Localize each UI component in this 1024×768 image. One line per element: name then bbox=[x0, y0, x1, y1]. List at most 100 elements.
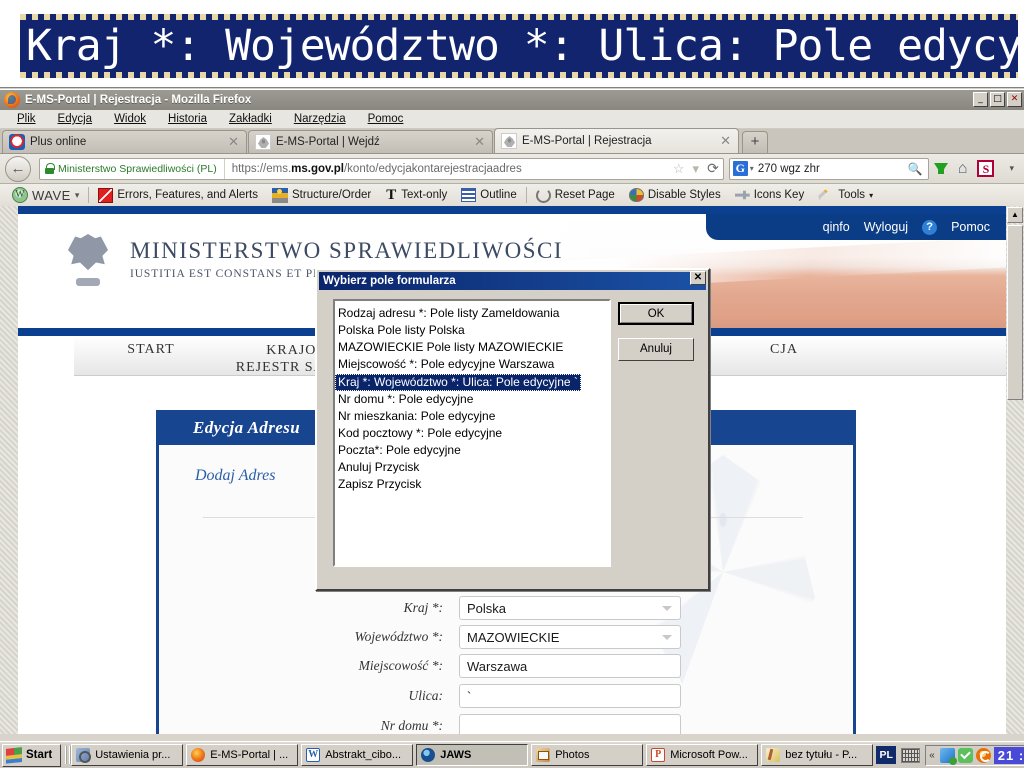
search-icon[interactable]: 🔍 bbox=[908, 162, 925, 176]
menu-narzedzia[interactable]: Narzędzia bbox=[283, 112, 357, 126]
back-button[interactable]: ← bbox=[5, 155, 31, 182]
menu-edycja[interactable]: Edycja bbox=[47, 112, 104, 126]
help-question-icon[interactable]: ? bbox=[922, 219, 938, 235]
dialog-title-bar[interactable]: Wybierz pole formularza bbox=[319, 272, 706, 290]
wave-icons-key-label: Icons Key bbox=[753, 189, 805, 201]
start-button[interactable]: Start bbox=[2, 743, 62, 767]
tab-close-icon[interactable]: ✕ bbox=[225, 134, 242, 150]
reload-icon[interactable]: ⟳ bbox=[703, 160, 723, 177]
logout-link[interactable]: Wyloguj bbox=[864, 220, 908, 234]
wojewodztwo-select[interactable]: MAZOWIECKIE bbox=[459, 625, 681, 649]
list-item[interactable]: Poczta*: Pole edycyjne bbox=[335, 442, 609, 459]
bookmark-star-icon[interactable]: ☆ bbox=[669, 161, 689, 177]
wave-tools-button[interactable]: Tools ▾ bbox=[811, 188, 880, 202]
form-field-listbox[interactable]: Rodzaj adresu *: Pole listy Zameldowania… bbox=[333, 299, 611, 567]
toolbar-overflow-button[interactable]: ▾ bbox=[999, 163, 1019, 174]
help-link[interactable]: Pomoc bbox=[951, 220, 990, 234]
list-item[interactable]: MAZOWIECKIE Pole listy MAZOWIECKIE bbox=[335, 339, 609, 356]
list-item[interactable]: Nr domu *: Pole edycyjne bbox=[335, 391, 609, 408]
search-bar[interactable]: G ▾ 270 wgz zhr 🔍 bbox=[728, 157, 929, 180]
kraj-select[interactable]: Polska bbox=[459, 596, 681, 620]
keyboard-icon[interactable] bbox=[901, 747, 921, 763]
close-button[interactable]: ✕ bbox=[1007, 92, 1022, 107]
taskbar-item-jaws[interactable]: JAWS bbox=[416, 744, 529, 766]
tab-close-icon[interactable]: ✕ bbox=[717, 133, 734, 149]
powerpoint-icon: P bbox=[651, 748, 666, 762]
list-item[interactable]: Anuluj Przycisk bbox=[335, 459, 609, 476]
search-input[interactable]: 270 wgz zhr bbox=[758, 163, 908, 175]
wave-icons-key-button[interactable]: Icons Key bbox=[728, 188, 812, 202]
list-item[interactable]: Nr mieszkania: Pole edycyjne bbox=[335, 408, 609, 425]
dialog-close-icon[interactable]: ✕ bbox=[690, 271, 706, 285]
orange-sync-icon[interactable] bbox=[975, 747, 991, 763]
taskbar-item-paint[interactable]: bez tytułu - P... bbox=[761, 744, 874, 766]
tab-ems-rejestracja[interactable]: E-MS-Portal | Rejestracja ✕ bbox=[494, 128, 739, 153]
window-title-bar[interactable]: E-MS-Portal | Rejestracja - Mozilla Fire… bbox=[0, 90, 1024, 110]
list-item[interactable]: Miejscowość *: Pole edycyjne Warszawa bbox=[335, 356, 609, 373]
menu-widok[interactable]: Widok bbox=[103, 112, 157, 126]
taskbar-item-photos[interactable]: Photos bbox=[531, 744, 644, 766]
wave-structure-button[interactable]: Structure/Order bbox=[265, 187, 378, 203]
s-extension-button[interactable]: S bbox=[972, 160, 999, 177]
cancel-button[interactable]: Anuluj bbox=[618, 338, 694, 361]
wave-textonly-button[interactable]: T Text-only bbox=[378, 187, 454, 204]
nav-item-start[interactable]: START bbox=[96, 342, 206, 358]
menu-pomoc[interactable]: Pomoc bbox=[357, 112, 415, 126]
wave-errors-button[interactable]: Errors, Features, and Alerts bbox=[91, 187, 265, 203]
tray-expand-chevron-icon[interactable]: « bbox=[929, 750, 937, 761]
tab-close-icon[interactable]: ✕ bbox=[471, 134, 488, 150]
new-tab-button[interactable]: + bbox=[742, 131, 768, 153]
user-name[interactable]: qinfo bbox=[823, 220, 850, 234]
field-label: Ulica: bbox=[408, 688, 444, 703]
scrollbar-thumb[interactable] bbox=[1007, 225, 1023, 400]
wave-disable-styles-button[interactable]: Disable Styles bbox=[622, 188, 728, 202]
list-item[interactable]: Polska Pole listy Polska bbox=[335, 322, 609, 339]
maximize-button[interactable]: □ bbox=[990, 92, 1005, 107]
menu-plik[interactable]: Plik bbox=[6, 112, 47, 126]
site-identity-block[interactable]: Ministerstwo Sprawiedliwości (PL) bbox=[40, 158, 225, 179]
taskbar-item-ustawienia[interactable]: Ustawienia pr... bbox=[71, 744, 184, 766]
chevron-down-icon[interactable]: ▾ bbox=[689, 161, 704, 177]
dropbox-icon[interactable] bbox=[939, 747, 957, 765]
chevron-down-icon[interactable]: ▾ bbox=[869, 191, 873, 200]
tab-plus-online[interactable]: Plus online ✕ bbox=[2, 130, 247, 153]
chevron-down-icon[interactable]: ▾ bbox=[75, 190, 80, 201]
menu-zakladki[interactable]: Zakładki bbox=[218, 112, 283, 126]
taskbar-item-ems-portal[interactable]: E-MS-Portal | ... bbox=[186, 744, 299, 766]
green-check-icon[interactable] bbox=[957, 747, 973, 763]
wave-logo-button[interactable]: W WAVE ▾ bbox=[5, 187, 86, 203]
list-item[interactable]: Rodzaj adresu *: Pole listy Zameldowania bbox=[335, 305, 609, 322]
ok-button[interactable]: OK bbox=[618, 302, 694, 325]
menu-historia[interactable]: Historia bbox=[157, 112, 218, 126]
ulica-input[interactable]: ` bbox=[459, 684, 681, 708]
nr-domu-input[interactable] bbox=[459, 714, 681, 734]
screen-root: Kraj *: Województwo *: Ulica: Pole edycy… bbox=[0, 0, 1024, 768]
chevron-down-icon[interactable]: ▾ bbox=[748, 164, 758, 173]
menu-plik-label: Plik bbox=[17, 113, 36, 125]
wave-reset-button[interactable]: Reset Page bbox=[529, 187, 622, 203]
left-gutter bbox=[0, 206, 18, 734]
taskbar-item-abstrakt[interactable]: W Abstrakt_cibo... bbox=[301, 744, 414, 766]
language-indicator[interactable]: PL bbox=[876, 746, 897, 764]
minimize-button[interactable]: _ bbox=[973, 92, 988, 107]
page-scrollbar[interactable]: ▲ bbox=[1006, 206, 1024, 734]
taskbar-item-label: JAWS bbox=[440, 749, 472, 761]
nav-item-rejestracja[interactable]: CJA bbox=[694, 342, 874, 358]
wave-outline-button[interactable]: Outline bbox=[454, 188, 523, 202]
scroll-up-arrow-icon[interactable]: ▲ bbox=[1007, 207, 1023, 223]
clock[interactable]: 21 : 37 bbox=[993, 746, 1024, 764]
eagle-favicon bbox=[255, 134, 271, 150]
miejscowosc-input[interactable]: Warszawa bbox=[459, 654, 681, 678]
url-bar[interactable]: Ministerstwo Sprawiedliwości (PL) https:… bbox=[39, 157, 724, 180]
list-item[interactable]: Zapisz Przycisk bbox=[335, 476, 609, 493]
list-item-selected[interactable]: Kraj *: Województwo *: Ulica: Pole edycy… bbox=[335, 374, 581, 391]
home-icon: ⌂ bbox=[957, 159, 968, 177]
taskbar-item-powerpoint[interactable]: P Microsoft Pow... bbox=[646, 744, 759, 766]
home-button[interactable]: ⌂ bbox=[953, 160, 973, 178]
tab-ems-wejdz[interactable]: E-MS-Portal | Wejdź ✕ bbox=[248, 130, 493, 153]
url-prefix: https://ems. bbox=[231, 162, 292, 175]
download-arrow-icon bbox=[933, 163, 948, 174]
downloads-button[interactable] bbox=[929, 163, 953, 174]
chevron-down-icon: ▾ bbox=[1009, 163, 1014, 173]
list-item[interactable]: Kod pocztowy *: Pole edycyjne bbox=[335, 425, 609, 442]
